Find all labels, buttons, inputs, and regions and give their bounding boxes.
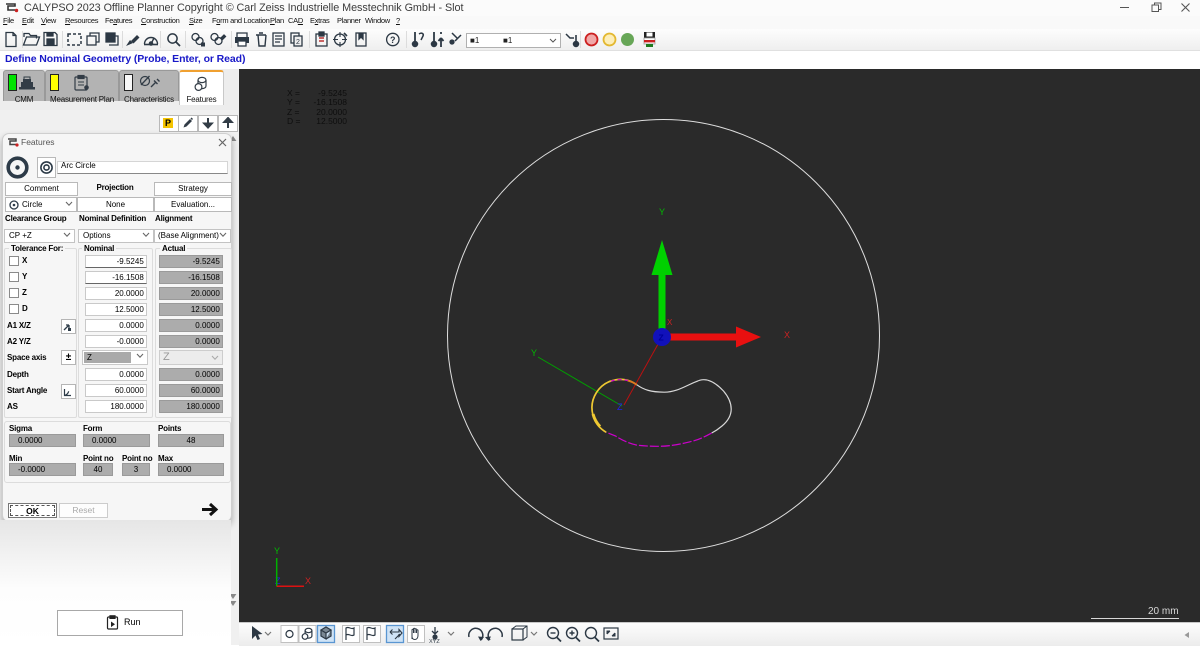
svg-text:XYZ: XYZ	[429, 639, 440, 645]
svg-text:Z: Z	[659, 333, 664, 343]
svg-text:Y: Y	[659, 207, 665, 217]
svg-text:2: 2	[296, 39, 300, 46]
svg-text:Z: Z	[617, 402, 623, 412]
svg-text:X: X	[784, 330, 790, 340]
svg-text:X: X	[667, 318, 673, 327]
svg-text:Y: Y	[531, 348, 537, 358]
svg-text:?: ?	[390, 35, 396, 45]
